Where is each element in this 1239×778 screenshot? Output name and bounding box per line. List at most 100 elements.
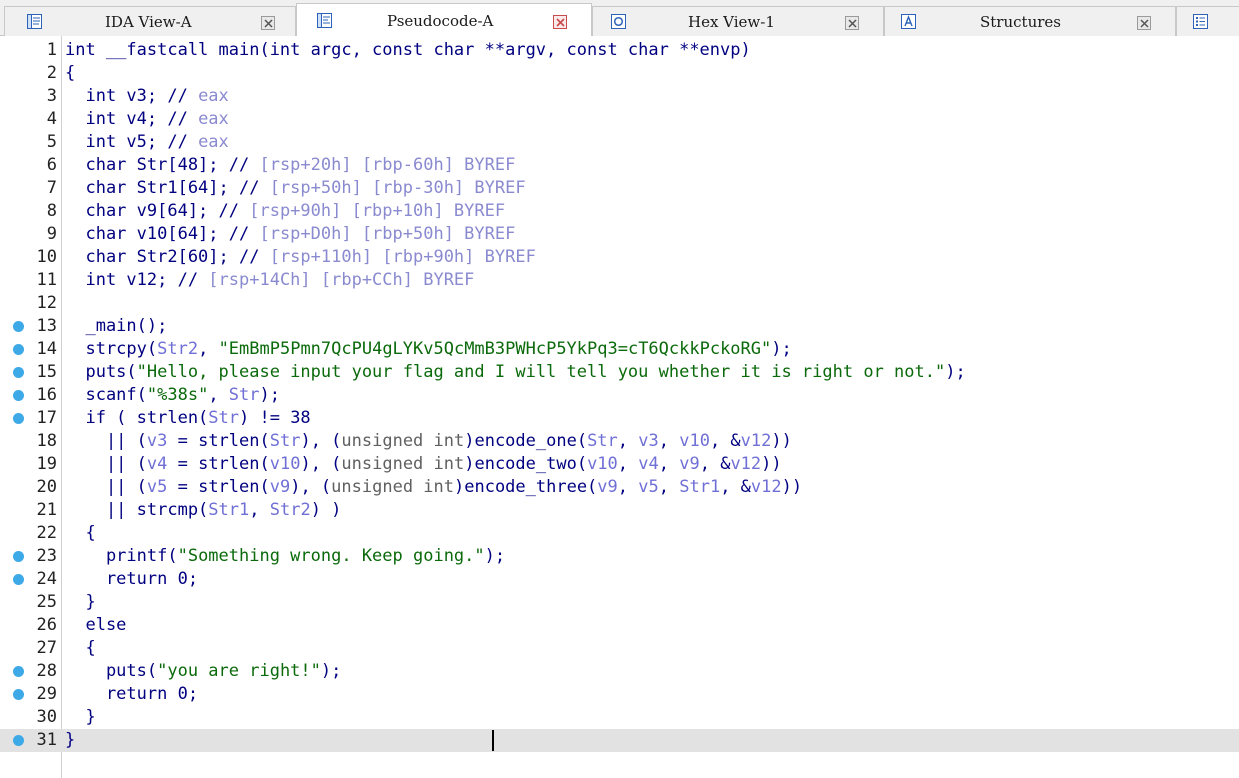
code-line[interactable]: 31} (0, 729, 1239, 752)
code-token: char Str1[64]; // (65, 178, 270, 198)
code-token: char Str2[60]; // (65, 247, 270, 267)
tab-enums[interactable] (1176, 6, 1239, 36)
line-number: 3 (46, 86, 57, 106)
code-line[interactable]: 21 || strcmp(Str1, Str2) ) (0, 499, 1239, 522)
code-token: v5 (638, 477, 659, 497)
code-token: { (65, 523, 96, 543)
code-line[interactable]: 22 { (0, 522, 1239, 545)
code-text: || strcmp(Str1, Str2) ) (65, 499, 341, 522)
code-token: v3 (146, 431, 168, 451)
close-icon[interactable] (1137, 16, 1151, 30)
code-token: unsigned int (331, 477, 454, 497)
code-line[interactable]: 28 puts("you are right!"); (0, 660, 1239, 683)
line-number: 2 (46, 63, 57, 83)
code-line[interactable]: 6 char Str[48]; // [rsp+20h] [rbp-60h] B… (0, 154, 1239, 177)
code-line[interactable]: 11 int v12; // [rsp+14Ch] [rbp+CCh] BYRE… (0, 269, 1239, 292)
code-line[interactable]: 30 } (0, 706, 1239, 729)
code-token: = strlen( (167, 431, 270, 451)
line-number: 21 (36, 500, 57, 520)
code-line[interactable]: 27 { (0, 637, 1239, 660)
code-line[interactable]: 2{ (0, 62, 1239, 85)
code-token: Str (269, 431, 301, 451)
tab-bar: IDA View-A Pseudocode-A Hex View-1 Struc… (0, 0, 1239, 37)
pseudocode-editor[interactable]: 1 int __fastcall main(int argc, const cha… (0, 36, 1239, 778)
code-line[interactable]: 12 (0, 292, 1239, 315)
code-line[interactable]: 23 printf("Something wrong. Keep going."… (0, 545, 1239, 568)
code-token: v12 (750, 477, 782, 497)
code-text: || (v5 = strlen(v9), (unsigned int)encod… (65, 476, 802, 499)
code-line[interactable]: 16 scanf("%38s", Str); (0, 384, 1239, 407)
code-token: if ( strlen( (65, 408, 209, 428)
code-token: { (65, 63, 76, 83)
code-token: char v9[64]; // (65, 201, 250, 221)
code-line[interactable]: 13 _main(); (0, 315, 1239, 338)
close-icon[interactable] (845, 16, 859, 30)
tab-structures[interactable]: Structures (884, 6, 1176, 36)
code-token: ); (484, 546, 506, 566)
line-number: 23 (36, 546, 57, 566)
code-text: _main(); (65, 315, 167, 338)
code-line[interactable]: 8 char v9[64]; // [rsp+90h] [rbp+10h] BY… (0, 200, 1239, 223)
code-token: , (208, 385, 229, 405)
code-line[interactable]: 29 return 0; (0, 683, 1239, 706)
line-number: 29 (36, 684, 57, 704)
code-token: )) (781, 477, 803, 497)
code-text: char Str[48]; // [rsp+20h] [rbp-60h] BYR… (65, 154, 515, 177)
code-token: Str (208, 408, 240, 428)
code-text: { (65, 637, 95, 660)
tab-pseudocode-a[interactable]: Pseudocode-A (296, 3, 592, 37)
code-token: int v5; // (65, 132, 199, 152)
code-line[interactable]: 18 || (v3 = strlen(Str), (unsigned int)e… (0, 430, 1239, 453)
line-number: 4 (46, 109, 57, 129)
code-text: return 0; (65, 683, 198, 706)
code-token: , (658, 454, 680, 474)
code-line[interactable]: 17 if ( strlen(Str) != 38 (0, 407, 1239, 430)
line-number: 5 (46, 132, 57, 152)
code-text: strcpy(Str2, "EmBmP5Pmn7QcPU4gLYKv5QcMmB… (65, 338, 791, 361)
tab-ida-view-a[interactable]: IDA View-A (4, 6, 296, 36)
code-line[interactable]: 1 int __fastcall main(int argc, const cha… (0, 39, 1239, 62)
code-token: )encode_two( (464, 454, 588, 474)
code-token: ); (259, 385, 280, 405)
line-number: 22 (36, 523, 57, 543)
line-number: 25 (36, 592, 57, 612)
tab-hex-view-1[interactable]: Hex View-1 (592, 6, 884, 36)
code-line[interactable]: 4 int v4; // eax (0, 108, 1239, 131)
code-line[interactable]: 20 || (v5 = strlen(v9), (unsigned int)en… (0, 476, 1239, 499)
code-line[interactable]: 26 else (0, 614, 1239, 637)
code-token: [rsp+20h] [rbp-60h] BYREF (259, 155, 516, 175)
code-line[interactable]: 3 int v3; // eax (0, 85, 1239, 108)
code-line[interactable]: 19 || (v4 = strlen(v10), (unsigned int)e… (0, 453, 1239, 476)
code-token: ) ) (310, 500, 342, 520)
line-number: 10 (36, 247, 57, 267)
line-number: 20 (36, 477, 57, 497)
code-line[interactable]: 25 } (0, 591, 1239, 614)
code-token: Str1 (679, 477, 721, 497)
close-icon[interactable] (553, 15, 567, 29)
code-text: char v10[64]; // [rsp+D0h] [rbp+50h] BYR… (65, 223, 515, 246)
code-token: v9 (269, 477, 291, 497)
text-caret (492, 730, 494, 751)
code-text: int v3; // eax (65, 85, 228, 108)
tab-label: Structures (980, 13, 1061, 31)
code-text: printf("Something wrong. Keep going."); (65, 545, 505, 568)
code-token: eax (198, 109, 229, 129)
close-icon[interactable] (261, 16, 275, 30)
line-number: 16 (36, 385, 57, 405)
code-token: Str (228, 385, 260, 405)
code-token: "Something wrong. Keep going." (177, 546, 485, 566)
code-token: )encode_one( (464, 431, 588, 451)
code-line[interactable]: 9 char v10[64]; // [rsp+D0h] [rbp+50h] B… (0, 223, 1239, 246)
code-token: || ( (65, 454, 147, 474)
code-line[interactable]: 15 puts("Hello, please input your flag a… (0, 361, 1239, 384)
code-line[interactable]: 24 return 0; (0, 568, 1239, 591)
code-token: , & (709, 431, 741, 451)
code-token: v12 (730, 454, 762, 474)
code-text: int __fastcall main(int argc, const char… (65, 39, 751, 62)
code-line[interactable]: 14 strcpy(Str2, "EmBmP5Pmn7QcPU4gLYKv5Qc… (0, 338, 1239, 361)
code-line[interactable]: 10 char Str2[60]; // [rsp+110h] [rbp+90h… (0, 246, 1239, 269)
code-token: , (658, 431, 680, 451)
code-line[interactable]: 5 int v5; // eax (0, 131, 1239, 154)
code-line[interactable]: 7 char Str1[64]; // [rsp+50h] [rbp-30h] … (0, 177, 1239, 200)
code-token: int v12; // (65, 270, 209, 290)
